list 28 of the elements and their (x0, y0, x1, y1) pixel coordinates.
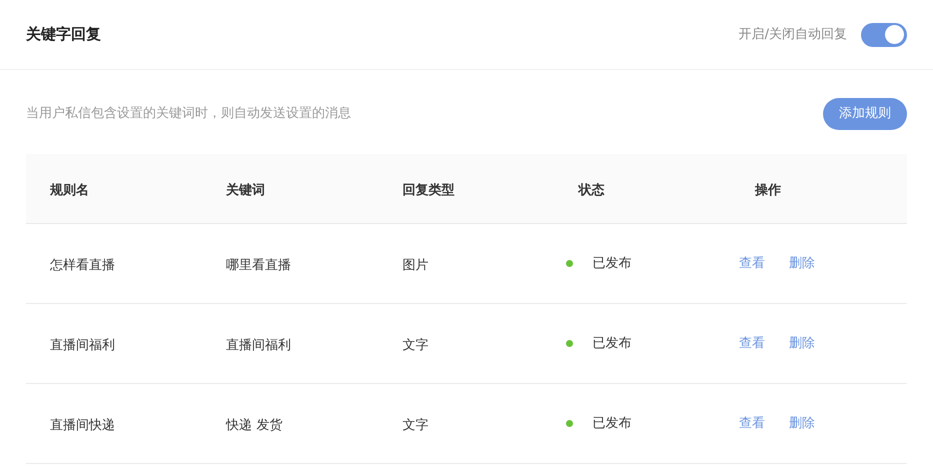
table-cell: 文字 (402, 338, 428, 352)
table-cell: 哪里看直播 (226, 258, 292, 272)
view-link[interactable]: 查看 (738, 254, 765, 274)
page-title: 关键字回复 (26, 24, 101, 46)
status-text: 已发布 (592, 254, 632, 273)
column-header: 关键词 (226, 182, 266, 198)
description-text: 当用户私信包含设置的关键词时，则自动发送设置的消息 (26, 105, 351, 124)
delete-link[interactable]: 删除 (788, 334, 815, 354)
table-cell: 直播间福利 (50, 338, 115, 352)
toggle-label: 开启/关闭自动回复 (738, 26, 847, 44)
view-link[interactable]: 查看 (738, 334, 765, 354)
column-header: 操作 (754, 182, 781, 198)
status-text: 已发布 (592, 334, 632, 353)
view-link[interactable]: 查看 (738, 414, 765, 434)
table-cell: 文字 (402, 418, 428, 432)
delete-link[interactable]: 删除 (788, 414, 815, 434)
add-rule-button[interactable]: 添加规则 (823, 98, 907, 130)
table-cell: 怎样看直播 (50, 258, 115, 272)
table-cell: 快递 发货 (226, 418, 282, 432)
column-header: 回复类型 (402, 182, 454, 198)
delete-link[interactable]: 删除 (788, 254, 815, 274)
status-text: 已发布 (592, 414, 632, 433)
table-cell: 直播间福利 (226, 338, 292, 352)
table-cell: 直播间快递 (50, 418, 115, 432)
column-header: 状态 (578, 182, 605, 198)
column-header: 规则名 (50, 182, 89, 198)
table-cell: 图片 (402, 258, 428, 272)
auto-reply-toggle[interactable] (861, 22, 907, 46)
